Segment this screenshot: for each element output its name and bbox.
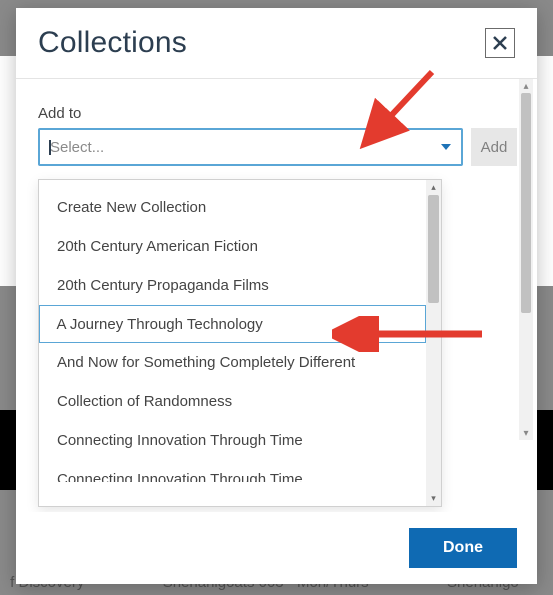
modal-footer: Done <box>16 512 537 584</box>
scroll-down-arrow-icon[interactable]: ▾ <box>519 426 533 440</box>
scrollbar-thumb[interactable] <box>428 195 439 303</box>
dropdown-option[interactable]: Connecting Innovation Through Time <box>39 460 426 482</box>
modal-body: ▴ ▾ Add to Select... Add Create New Coll… <box>16 79 537 512</box>
collection-select-input[interactable]: Select... <box>38 128 463 166</box>
collection-dropdown: Create New Collection20th Century Americ… <box>38 179 442 507</box>
scrollbar-thumb[interactable] <box>521 93 531 313</box>
add-button[interactable]: Add <box>471 128 517 166</box>
dropdown-option[interactable]: Collection of Randomness <box>39 382 426 421</box>
scroll-down-arrow-icon[interactable]: ▾ <box>426 491 441 506</box>
collections-modal: Collections ▴ ▾ Add to Select... Add Cre… <box>16 8 537 584</box>
add-to-label: Add to <box>38 105 517 122</box>
done-button[interactable]: Done <box>409 528 517 568</box>
dropdown-list: Create New Collection20th Century Americ… <box>39 180 426 506</box>
scroll-up-arrow-icon[interactable]: ▴ <box>519 79 533 93</box>
dropdown-option[interactable]: 20th Century American Fiction <box>39 227 426 266</box>
scroll-up-arrow-icon[interactable]: ▴ <box>426 180 441 195</box>
select-placeholder: Select... <box>50 139 104 156</box>
dropdown-option[interactable]: And Now for Something Completely Differe… <box>39 343 426 382</box>
select-row: Select... Add <box>38 128 517 166</box>
dropdown-option[interactable]: 20th Century Propaganda Films <box>39 266 426 305</box>
dropdown-option[interactable]: A Journey Through Technology <box>39 305 426 343</box>
modal-scrollbar[interactable]: ▴ ▾ <box>519 79 533 440</box>
chevron-down-icon[interactable] <box>441 144 451 150</box>
close-icon <box>492 35 508 51</box>
text-caret <box>49 140 51 155</box>
dropdown-option[interactable]: Create New Collection <box>39 188 426 227</box>
modal-title: Collections <box>38 26 187 60</box>
select-placeholder-text: Select... <box>50 139 104 156</box>
close-button[interactable] <box>485 28 515 58</box>
dropdown-scrollbar[interactable]: ▴ ▾ <box>426 180 441 506</box>
dropdown-option[interactable]: Connecting Innovation Through Time <box>39 421 426 460</box>
modal-header: Collections <box>16 8 537 79</box>
